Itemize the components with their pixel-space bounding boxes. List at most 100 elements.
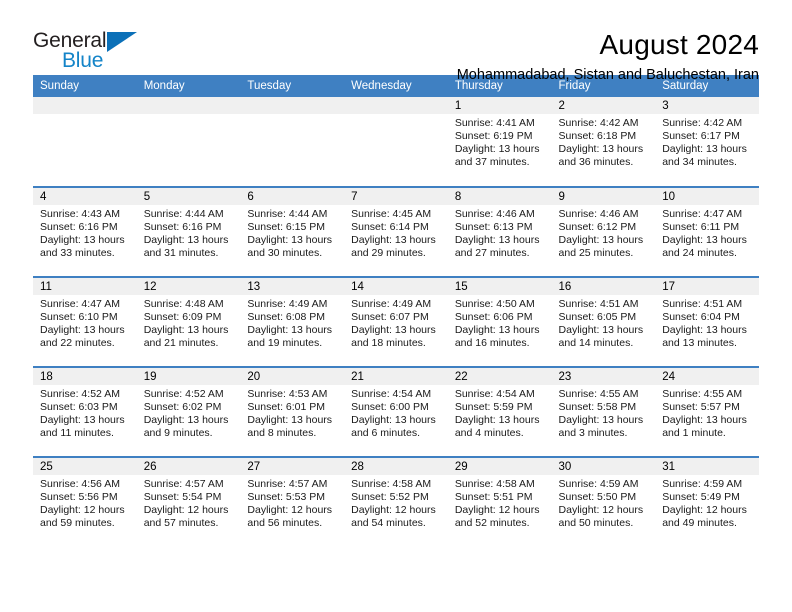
daylight-duration-line1: Daylight: 12 hours (662, 503, 747, 516)
calendar-day-cell[interactable]: 7 Sunrise: 4:45 AM Sunset: 6:14 PM Daylight… (344, 186, 448, 277)
sunset-time: Sunset: 6:07 PM (351, 310, 429, 323)
calendar-day-cell[interactable]: 27 Sunrise: 4:57 AM Sunset: 5:53 PM Dayligh… (240, 456, 345, 547)
calendar-day-cell[interactable]: 6 Sunrise: 4:44 AM Sunset: 6:15 PM Daylight… (240, 186, 345, 277)
daylight-duration-line2: and 27 minutes. (454, 246, 530, 259)
daylight-duration-line1: Daylight: 13 hours (454, 142, 540, 155)
calendar-day-cell[interactable]: 5 Sunrise: 4:44 AM Sunset: 6:16 PM Daylight… (136, 186, 241, 277)
day-number: 13 (240, 278, 345, 295)
calendar-day-cell[interactable]: 28 Sunrise: 4:58 AM Sunset: 5:52 PM Dayligh… (344, 456, 448, 547)
sunrise-time: Sunrise: 4:52 AM (143, 388, 224, 400)
calendar-day-cell[interactable]: 20 Sunrise: 4:53 AM Sunset: 6:01 PM Dayligh… (240, 366, 345, 457)
calendar-day-cell[interactable]: 3 Sunrise: 4:42 AM Sunset: 6:17 PM Daylight… (655, 97, 759, 187)
sunrise-time: Sunrise: 4:41 AM (454, 117, 535, 129)
sunset-time: Sunset: 5:51 PM (454, 490, 533, 503)
day-details: Sunrise: 4:52 AM Sunset: 6:03 PM Daylight:… (33, 385, 137, 440)
daylight-duration-line2: and 29 minutes. (351, 246, 426, 259)
calendar-day-cell[interactable]: 23 Sunrise: 4:55 AM Sunset: 5:58 PM Dayligh… (551, 366, 656, 457)
calendar-day-cell[interactable]: 1 Sunrise: 4:41 AM Sunset: 6:19 PM Daylight… (447, 97, 552, 187)
calendar-day-cell[interactable]: 26 Sunrise: 4:57 AM Sunset: 5:54 PM Dayligh… (136, 456, 241, 547)
sunrise-time: Sunrise: 4:55 AM (558, 388, 639, 400)
sunrise-time: Sunrise: 4:51 AM (558, 298, 639, 310)
calendar-week-row: 11 Sunrise: 4:47 AM Sunset: 6:10 PM Dayligh… (33, 276, 759, 367)
calendar-page: General Blue August 2024 Mohammadabad, S… (0, 0, 792, 612)
calendar-day-cell[interactable]: 16 Sunrise: 4:51 AM Sunset: 6:05 PM Dayligh… (551, 276, 656, 367)
sunset-time: Sunset: 5:56 PM (40, 490, 118, 503)
daylight-duration-line1: Daylight: 13 hours (247, 323, 333, 336)
calendar-day-cell[interactable]: 13 Sunrise: 4:49 AM Sunset: 6:08 PM Dayligh… (240, 276, 345, 367)
sunset-time: Sunset: 6:01 PM (247, 400, 326, 413)
calendar-day-cell[interactable]: 14 Sunrise: 4:49 AM Sunset: 6:07 PM Dayligh… (344, 276, 448, 367)
daylight-duration-line2: and 33 minutes. (40, 246, 115, 259)
sunset-time: Sunset: 5:59 PM (454, 400, 533, 413)
logo-text-blue: Blue (62, 49, 104, 72)
day-number: 30 (551, 458, 656, 475)
day-number: 1 (447, 97, 552, 114)
day-number: 28 (344, 458, 448, 475)
calendar-day-cell-empty (240, 97, 345, 187)
day-details: Sunrise: 4:49 AM Sunset: 6:08 PM Daylight:… (240, 295, 344, 350)
sunrise-time: Sunrise: 4:44 AM (143, 208, 224, 220)
calendar-day-cell[interactable]: 15 Sunrise: 4:50 AM Sunset: 6:06 PM Dayligh… (447, 276, 552, 367)
calendar-day-cell[interactable]: 21 Sunrise: 4:54 AM Sunset: 6:00 PM Dayligh… (344, 366, 448, 457)
daylight-duration-line1: Daylight: 13 hours (558, 413, 644, 426)
daylight-duration-line2: and 56 minutes. (247, 516, 323, 529)
sunrise-time: Sunrise: 4:57 AM (247, 478, 328, 490)
day-details: Sunrise: 4:47 AM Sunset: 6:11 PM Daylight:… (655, 205, 759, 260)
page-title: August 2024 (599, 29, 759, 60)
calendar-day-cell[interactable]: 25 Sunrise: 4:56 AM Sunset: 5:56 PM Dayligh… (33, 456, 137, 547)
day-number: 20 (240, 368, 345, 385)
sunset-time: Sunset: 6:09 PM (143, 310, 222, 323)
calendar-day-cell[interactable]: 2 Sunrise: 4:42 AM Sunset: 6:18 PM Daylight… (551, 97, 656, 187)
day-details: Sunrise: 4:59 AM Sunset: 5:49 PM Daylight:… (655, 475, 759, 530)
calendar-week-row: 18 Sunrise: 4:52 AM Sunset: 6:03 PM Dayligh… (33, 366, 759, 457)
day-number: 21 (344, 368, 448, 385)
day-number: 27 (240, 458, 345, 475)
sunset-time: Sunset: 5:52 PM (351, 490, 429, 503)
day-number: 9 (551, 188, 656, 205)
calendar-day-cell[interactable]: 31 Sunrise: 4:59 AM Sunset: 5:49 PM Dayligh… (655, 456, 759, 547)
day-details: Sunrise: 4:51 AM Sunset: 6:04 PM Daylight:… (655, 295, 759, 350)
daylight-duration-line2: and 11 minutes. (40, 426, 114, 439)
day-number: 16 (551, 278, 656, 295)
weekday-header-sunday: Sunday (33, 75, 137, 97)
daylight-duration-line1: Daylight: 13 hours (351, 413, 436, 426)
day-number: 4 (33, 188, 137, 205)
calendar-day-cell[interactable]: 30 Sunrise: 4:59 AM Sunset: 5:50 PM Dayligh… (551, 456, 656, 547)
daylight-duration-line1: Daylight: 12 hours (558, 503, 644, 516)
day-details: Sunrise: 4:58 AM Sunset: 5:52 PM Daylight:… (344, 475, 448, 530)
calendar-day-cell[interactable]: 29 Sunrise: 4:58 AM Sunset: 5:51 PM Dayligh… (447, 456, 552, 547)
day-details: Sunrise: 4:55 AM Sunset: 5:58 PM Daylight:… (552, 385, 656, 440)
daylight-duration-line2: and 22 minutes. (40, 336, 115, 349)
calendar-day-cell[interactable]: 8 Sunrise: 4:46 AM Sunset: 6:13 PM Daylight… (447, 186, 552, 277)
day-details: Sunrise: 4:42 AM Sunset: 6:18 PM Daylight:… (552, 114, 656, 169)
calendar-day-cell[interactable]: 22 Sunrise: 4:54 AM Sunset: 5:59 PM Dayligh… (447, 366, 552, 457)
sunset-time: Sunset: 6:16 PM (143, 220, 222, 233)
sunrise-time: Sunrise: 4:43 AM (40, 208, 120, 220)
sunset-time: Sunset: 6:00 PM (351, 400, 429, 413)
day-details: Sunrise: 4:41 AM Sunset: 6:19 PM Daylight:… (448, 114, 552, 169)
day-details: Sunrise: 4:58 AM Sunset: 5:51 PM Daylight:… (448, 475, 552, 530)
calendar-day-cell[interactable]: 24 Sunrise: 4:55 AM Sunset: 5:57 PM Dayligh… (655, 366, 759, 457)
daylight-duration-line2: and 37 minutes. (454, 155, 530, 168)
calendar-day-cell[interactable]: 19 Sunrise: 4:52 AM Sunset: 6:02 PM Dayligh… (136, 366, 241, 457)
daylight-duration-line1: Daylight: 13 hours (247, 413, 333, 426)
sunrise-time: Sunrise: 4:55 AM (662, 388, 743, 400)
daylight-duration-line1: Daylight: 13 hours (143, 323, 229, 336)
calendar-day-cell[interactable]: 18 Sunrise: 4:52 AM Sunset: 6:03 PM Dayligh… (33, 366, 137, 457)
day-number: 12 (136, 278, 241, 295)
calendar-day-cell[interactable]: 4 Sunrise: 4:43 AM Sunset: 6:16 PM Daylight… (33, 186, 137, 277)
daylight-duration-line1: Daylight: 13 hours (143, 233, 229, 246)
calendar-day-cell[interactable]: 11 Sunrise: 4:47 AM Sunset: 6:10 PM Dayligh… (33, 276, 137, 367)
daylight-duration-line1: Daylight: 13 hours (247, 233, 333, 246)
daylight-duration-line1: Daylight: 13 hours (558, 233, 644, 246)
sunrise-time: Sunrise: 4:47 AM (662, 208, 743, 220)
calendar-day-cell[interactable]: 10 Sunrise: 4:47 AM Sunset: 6:11 PM Dayligh… (655, 186, 759, 277)
sunset-time: Sunset: 5:50 PM (558, 490, 637, 503)
sunset-time: Sunset: 6:10 PM (40, 310, 118, 323)
calendar-day-cell[interactable]: 9 Sunrise: 4:46 AM Sunset: 6:12 PM Daylight… (551, 186, 656, 277)
calendar-day-cell[interactable]: 12 Sunrise: 4:48 AM Sunset: 6:09 PM Dayligh… (136, 276, 241, 367)
calendar-day-cell[interactable]: 17 Sunrise: 4:51 AM Sunset: 6:04 PM Dayligh… (655, 276, 759, 367)
logo-text-general: General (33, 29, 107, 52)
day-number: 11 (33, 278, 137, 295)
sunset-time: Sunset: 6:03 PM (40, 400, 118, 413)
